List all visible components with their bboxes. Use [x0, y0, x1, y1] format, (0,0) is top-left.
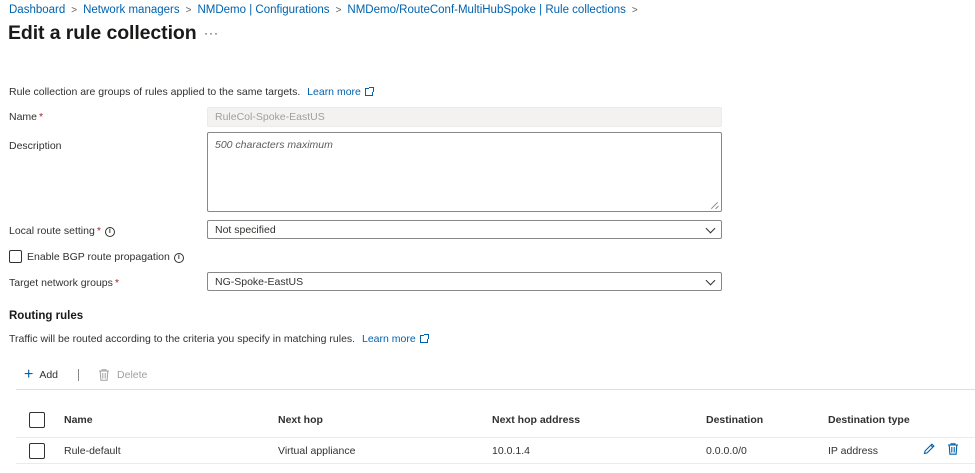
row-divider [16, 463, 975, 464]
routing-toolbar: + Add Delete [24, 366, 147, 383]
description-label: Description [9, 140, 62, 152]
intro-description: Rule collection are groups of rules appl… [9, 86, 301, 98]
delete-label: Delete [117, 369, 148, 381]
cell-next-hop-address: 10.0.1.4 [492, 445, 530, 457]
target-groups-value: NG-Spoke-EastUS [215, 276, 304, 288]
chevron-down-icon [705, 275, 716, 286]
column-header-next-hop-address[interactable]: Next hop address [492, 414, 580, 426]
breadcrumb-dashboard[interactable]: Dashboard [9, 4, 65, 16]
select-all-checkbox[interactable] [29, 412, 45, 428]
required-mark: * [96, 225, 101, 237]
cell-destination: 0.0.0.0/0 [706, 445, 747, 457]
add-button[interactable]: + Add [24, 366, 59, 383]
chevron-right-icon: > [335, 4, 342, 16]
chevron-down-icon [705, 223, 716, 234]
bgp-label-text: Enable BGP route propagation [27, 251, 170, 263]
external-link-icon [364, 87, 374, 96]
local-route-label: Local route setting * i [9, 225, 115, 238]
breadcrumb: Dashboard > Network managers > NMDemo | … [9, 3, 644, 17]
breadcrumb-network-managers[interactable]: Network managers [83, 4, 180, 16]
resize-handle-icon[interactable] [712, 202, 719, 209]
name-field[interactable]: RuleCol-Spoke-EastUS [207, 107, 722, 127]
description-field[interactable]: 500 characters maximum [207, 132, 722, 212]
divider [16, 389, 975, 390]
required-mark: * [114, 277, 119, 289]
target-groups-label-text: Target network groups [9, 277, 113, 289]
info-icon[interactable]: i [173, 253, 184, 263]
intro-text: Rule collection are groups of rules appl… [9, 86, 374, 98]
pencil-icon[interactable] [922, 442, 936, 456]
name-label: Name * [9, 111, 43, 123]
routing-learn-more-link[interactable]: Learn more [362, 333, 416, 345]
required-mark: * [39, 111, 44, 123]
name-label-text: Name [9, 111, 38, 123]
chevron-right-icon: > [185, 4, 192, 16]
local-route-label-text: Local route setting [9, 225, 95, 237]
delete-button[interactable]: Delete [97, 368, 147, 382]
routing-rules-description: Traffic will be routed according to the … [9, 333, 429, 345]
bgp-label: Enable BGP route propagation i [27, 251, 184, 264]
target-groups-dropdown[interactable]: NG-Spoke-EastUS [207, 272, 722, 291]
add-label: Add [39, 369, 59, 381]
cell-destination-type: IP address [828, 445, 879, 457]
info-icon[interactable]: i [104, 227, 115, 237]
local-route-value: Not specified [215, 224, 276, 236]
trash-icon [99, 369, 110, 381]
more-options-button[interactable]: ··· [204, 26, 219, 40]
column-header-destination-type[interactable]: Destination type [828, 414, 910, 426]
learn-more-link[interactable]: Learn more [307, 86, 361, 98]
column-header-next-hop[interactable]: Next hop [278, 414, 323, 426]
trash-icon[interactable] [946, 442, 960, 456]
chevron-right-icon: > [71, 4, 78, 16]
column-header-destination[interactable]: Destination [706, 414, 763, 426]
target-groups-label: Target network groups * [9, 277, 119, 289]
routing-rules-title: Routing rules [9, 310, 84, 322]
column-header-name[interactable]: Name [64, 414, 93, 426]
row-checkbox[interactable] [29, 443, 45, 459]
page-title: Edit a rule collection [8, 22, 197, 44]
breadcrumb-configurations[interactable]: NMDemo | Configurations [197, 4, 329, 16]
rule-name-link[interactable]: Rule-default [64, 445, 121, 457]
chevron-right-icon: > [631, 4, 638, 16]
cell-next-hop: Virtual appliance [278, 445, 356, 457]
routing-description-text: Traffic will be routed according to the … [9, 333, 356, 345]
toolbar-divider [78, 369, 80, 381]
bgp-checkbox[interactable] [9, 250, 22, 263]
breadcrumb-rule-collections[interactable]: NMDemo/RouteConf-MultiHubSpoke | Rule co… [347, 4, 625, 16]
local-route-dropdown[interactable]: Not specified [207, 220, 722, 239]
plus-icon: + [24, 366, 34, 383]
header-divider [16, 437, 975, 438]
external-link-icon [419, 334, 429, 343]
description-placeholder: 500 characters maximum [215, 139, 333, 151]
